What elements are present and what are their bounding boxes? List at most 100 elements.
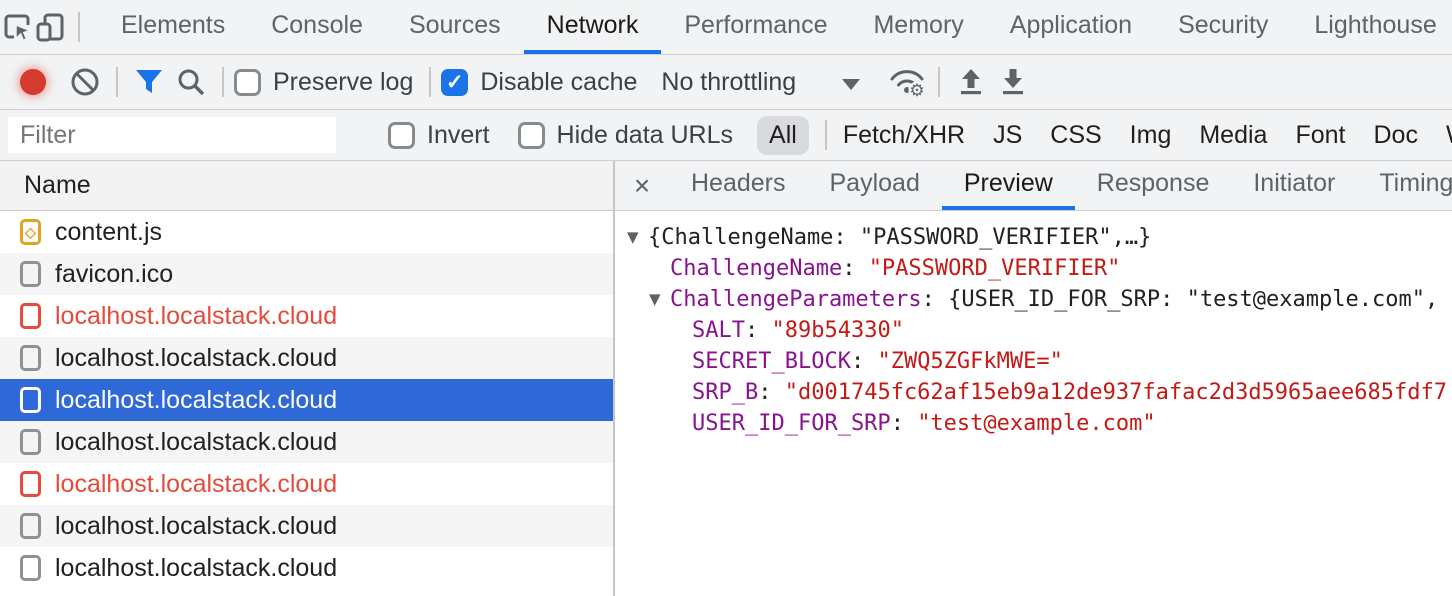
detail-tab-timing[interactable]: Timing bbox=[1357, 161, 1452, 210]
export-har-button[interactable] bbox=[992, 61, 1034, 103]
inspect-element-button[interactable] bbox=[0, 5, 34, 49]
name-column-header[interactable]: Name bbox=[0, 161, 613, 211]
detail-tabbar: × HeadersPayloadPreviewResponseInitiator… bbox=[615, 161, 1452, 211]
filter-toggle-button[interactable] bbox=[128, 61, 170, 103]
request-name: favicon.ico bbox=[55, 260, 173, 289]
request-row[interactable]: localhost.localstack.cloud bbox=[0, 379, 613, 421]
filter-chip-media[interactable]: Media bbox=[1199, 121, 1267, 150]
expand-triangle-icon[interactable]: ▼ bbox=[627, 222, 648, 253]
tab-memory[interactable]: Memory bbox=[850, 0, 986, 54]
document-file-icon bbox=[20, 303, 41, 329]
network-toolbar: Preserve log ✓ Disable cache No throttli… bbox=[0, 55, 1452, 110]
toolbar-divider bbox=[429, 67, 431, 97]
document-file-icon bbox=[20, 387, 41, 413]
detail-tab-initiator[interactable]: Initiator bbox=[1231, 161, 1357, 210]
filter-chip-font[interactable]: Font bbox=[1295, 121, 1345, 150]
requests-panel: Name ◇content.js favicon.ico localhost.loc… bbox=[0, 161, 615, 596]
tab-security[interactable]: Security bbox=[1155, 0, 1291, 54]
request-name: localhost.localstack.cloud bbox=[55, 302, 337, 331]
json-text: : bbox=[745, 318, 772, 343]
throttling-select[interactable]: No throttling bbox=[661, 68, 796, 97]
search-button[interactable] bbox=[170, 61, 212, 103]
document-file-icon bbox=[20, 513, 41, 539]
document-file-icon bbox=[20, 345, 41, 371]
network-filter-bar: Invert Hide data URLs AllFetch/XHRJSCSSI… bbox=[0, 110, 1452, 161]
preview-json-tree: ▼{ChallengeName: "PASSWORD_VERIFIER",…}C… bbox=[615, 211, 1452, 596]
filter-chip-doc[interactable]: Doc bbox=[1373, 121, 1417, 150]
preview-line[interactable]: ChallengeName: "PASSWORD_VERIFIER" bbox=[615, 253, 1452, 284]
tab-application[interactable]: Application bbox=[987, 0, 1155, 54]
toolbar-divider bbox=[116, 67, 118, 97]
request-name: localhost.localstack.cloud bbox=[55, 470, 337, 499]
json-string-value: "d001745fc62af15eb9a12de937fafac2d3d5965… bbox=[785, 380, 1447, 405]
preview-line[interactable]: SALT: "89b54330" bbox=[615, 315, 1452, 346]
json-text: : {USER_ID_FOR_SRP: "test@example.com", bbox=[922, 287, 1439, 312]
json-text: : bbox=[758, 380, 785, 405]
request-row[interactable]: localhost.localstack.cloud bbox=[0, 547, 613, 589]
filter-chip-js[interactable]: JS bbox=[993, 121, 1022, 150]
tab-network[interactable]: Network bbox=[524, 0, 662, 54]
detail-tab-payload[interactable]: Payload bbox=[808, 161, 942, 210]
json-key: SECRET_BLOCK bbox=[692, 349, 851, 374]
detail-tab-preview[interactable]: Preview bbox=[942, 161, 1075, 210]
detail-tab-response[interactable]: Response bbox=[1075, 161, 1232, 210]
download-arrow-icon bbox=[997, 66, 1029, 98]
request-row[interactable]: localhost.localstack.cloud bbox=[0, 295, 613, 337]
requests-list: ◇content.js favicon.ico localhost.localsta… bbox=[0, 211, 613, 589]
preview-line[interactable]: SECRET_BLOCK: "ZWQ5ZGFkMWE=" bbox=[615, 346, 1452, 377]
invert-checkbox[interactable] bbox=[388, 122, 415, 149]
close-details-button[interactable]: × bbox=[615, 161, 669, 210]
hide-data-urls-label: Hide data URLs bbox=[557, 121, 733, 150]
document-file-icon bbox=[20, 471, 41, 497]
tab-performance[interactable]: Performance bbox=[661, 0, 850, 54]
request-row[interactable]: localhost.localstack.cloud bbox=[0, 337, 613, 379]
inspect-cursor-icon bbox=[0, 10, 34, 44]
preserve-log-checkbox[interactable] bbox=[234, 69, 261, 96]
request-row[interactable]: localhost.localstack.cloud bbox=[0, 421, 613, 463]
tab-lighthouse[interactable]: Lighthouse bbox=[1291, 0, 1452, 54]
device-toolbar-button[interactable] bbox=[34, 5, 68, 49]
preview-line[interactable]: SRP_B: "d001745fc62af15eb9a12de937fafac2… bbox=[615, 377, 1452, 408]
document-file-icon bbox=[20, 429, 41, 455]
filter-chip-img[interactable]: Img bbox=[1130, 121, 1172, 150]
device-toolbar-icon bbox=[34, 10, 68, 44]
request-name: localhost.localstack.cloud bbox=[55, 512, 337, 541]
filter-funnel-icon bbox=[133, 67, 165, 97]
filter-chip-all[interactable]: All bbox=[757, 116, 809, 155]
preview-line[interactable]: ▼ChallengeParameters: {USER_ID_FOR_SRP: … bbox=[615, 284, 1452, 315]
record-network-log-button[interactable] bbox=[20, 69, 46, 95]
request-name: localhost.localstack.cloud bbox=[55, 386, 337, 415]
json-string-value: "test@example.com" bbox=[917, 411, 1155, 436]
tab-sources[interactable]: Sources bbox=[386, 0, 524, 54]
request-details-panel: × HeadersPayloadPreviewResponseInitiator… bbox=[615, 161, 1452, 596]
request-row[interactable]: localhost.localstack.cloud bbox=[0, 463, 613, 505]
json-key: ChallengeName bbox=[670, 256, 842, 281]
import-har-button[interactable] bbox=[950, 61, 992, 103]
json-string-value: "89b54330" bbox=[771, 318, 903, 343]
json-text: {ChallengeName: "PASSWORD_VERIFIER",…} bbox=[648, 225, 1151, 250]
disable-cache-checkbox[interactable]: ✓ bbox=[441, 69, 468, 96]
script-file-icon: ◇ bbox=[20, 219, 41, 245]
filter-chip-ws[interactable]: WS bbox=[1446, 121, 1452, 150]
close-icon: × bbox=[634, 170, 650, 202]
hide-data-urls-checkbox[interactable] bbox=[518, 122, 545, 149]
detail-tab-headers[interactable]: Headers bbox=[669, 161, 808, 210]
filter-chip-fetch-xhr[interactable]: Fetch/XHR bbox=[843, 121, 965, 150]
clear-network-log-button[interactable] bbox=[64, 61, 106, 103]
json-key: SRP_B bbox=[692, 380, 758, 405]
toolbar-divider bbox=[78, 12, 80, 42]
tab-elements[interactable]: Elements bbox=[98, 0, 248, 54]
expand-triangle-icon[interactable]: ▼ bbox=[649, 284, 670, 315]
request-row[interactable]: localhost.localstack.cloud bbox=[0, 505, 613, 547]
chevron-down-icon[interactable] bbox=[842, 79, 860, 90]
request-row[interactable]: ◇content.js bbox=[0, 211, 613, 253]
tab-console[interactable]: Console bbox=[248, 0, 386, 54]
json-text: : bbox=[851, 349, 878, 374]
filter-chip-css[interactable]: CSS bbox=[1050, 121, 1101, 150]
devtools-tabbar: ElementsConsoleSourcesNetworkPerformance… bbox=[0, 0, 1452, 55]
preview-line[interactable]: ▼{ChallengeName: "PASSWORD_VERIFIER",…} bbox=[615, 222, 1452, 253]
filter-input[interactable] bbox=[8, 117, 336, 153]
request-row[interactable]: favicon.ico bbox=[0, 253, 613, 295]
network-conditions-button[interactable]: ⚙ bbox=[886, 61, 928, 103]
preview-line[interactable]: USER_ID_FOR_SRP: "test@example.com" bbox=[615, 408, 1452, 439]
